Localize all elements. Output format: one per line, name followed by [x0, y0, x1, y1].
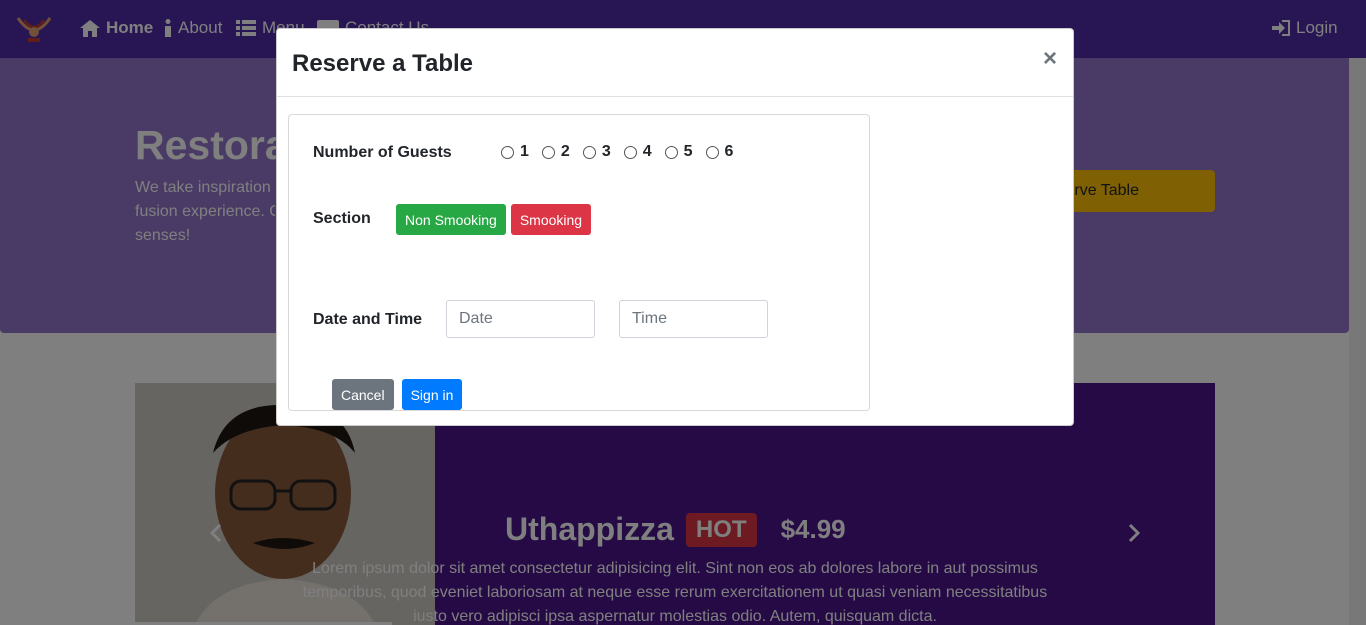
radio-circle[interactable]: [582, 145, 596, 159]
modal-title: Reserve a Table: [292, 50, 473, 77]
form-actions: Cancel Sign in: [332, 379, 463, 410]
reserve-table-modal: Reserve a Table × Number of Guests 1 2 3…: [276, 28, 1074, 426]
guest-option-3[interactable]: 3: [582, 143, 611, 161]
time-input[interactable]: Time: [619, 300, 768, 338]
guest-option-label: 3: [601, 143, 611, 160]
radio-circle[interactable]: [664, 145, 678, 159]
guest-option-4[interactable]: 4: [623, 143, 652, 161]
cancel-button[interactable]: Cancel: [332, 379, 394, 410]
reservation-form: Number of Guests 1 2 3 4 5 6 Section Non…: [288, 114, 870, 411]
guest-option-label: 1: [520, 143, 529, 160]
section-button-group: Non Smooking Smooking: [396, 204, 592, 235]
datetime-label: Date and Time: [313, 311, 423, 328]
date-input[interactable]: Date: [446, 300, 595, 338]
radio-circle[interactable]: [623, 145, 637, 159]
radio-circle[interactable]: [541, 145, 555, 159]
modal-header: Reserve a Table ×: [277, 29, 1073, 97]
guests-label: Number of Guests: [313, 144, 452, 161]
guest-option-2[interactable]: 2: [541, 143, 570, 161]
sign-in-button[interactable]: Sign in: [401, 379, 463, 410]
guest-option-label: 4: [642, 143, 652, 160]
close-icon[interactable]: ×: [1039, 47, 1061, 71]
guest-option-1[interactable]: 1: [501, 143, 529, 161]
radio-circle[interactable]: [705, 145, 719, 159]
guest-option-label: 6: [724, 143, 734, 160]
guest-option-5[interactable]: 5: [664, 143, 693, 161]
smoking-button[interactable]: Smooking: [510, 204, 592, 235]
guest-option-label: 2: [560, 143, 570, 160]
guest-count-radio-group: 1 2 3 4 5 6: [501, 143, 733, 161]
guest-option-label: 5: [683, 143, 693, 160]
guest-option-6[interactable]: 6: [705, 143, 734, 161]
radio-circle[interactable]: [501, 145, 514, 159]
section-label: Section: [313, 210, 371, 227]
non-smoking-button[interactable]: Non Smooking: [396, 204, 506, 235]
